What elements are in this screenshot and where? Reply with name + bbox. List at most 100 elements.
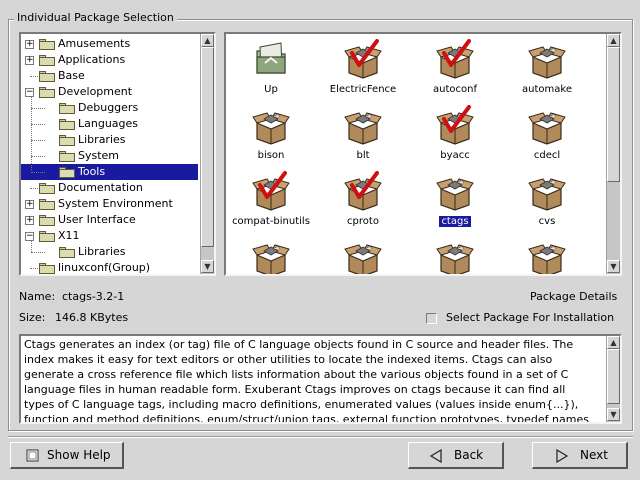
package-item[interactable]: cproto [317,167,409,229]
show-help-label: Show Help [47,448,111,462]
package-box-icon [344,112,382,145]
scroll-up-arrow-icon[interactable]: ▲ [607,336,620,349]
folder-icon [59,167,75,178]
tree-item-label: User Interface [58,213,136,226]
package-item[interactable] [317,233,409,274]
package-item[interactable]: ElectricFence [317,35,409,97]
folder-icon [39,71,55,82]
tree-item[interactable]: linuxconf(Group) [21,260,198,274]
expand-icon[interactable]: + [25,56,34,65]
tree-item-label: Applications [58,53,126,66]
tree-item-label: Tools [78,165,106,178]
tree-item[interactable]: Tools [21,164,198,180]
folder-icon [39,183,55,194]
package-box-icon [252,171,290,211]
package-label: autoconf [433,84,477,95]
tree-connector [31,172,45,173]
package-item[interactable]: automake [501,35,593,97]
package-name: ctags-3.2-1 [62,290,125,303]
package-item[interactable]: bison [226,101,317,163]
package-item[interactable]: compat-binutils [226,167,317,229]
folder-icon [39,87,55,98]
scroll-down-arrow-icon[interactable]: ▼ [607,260,620,273]
package-item[interactable]: byacc [409,101,501,163]
back-button[interactable]: Back [408,442,504,469]
package-icon-view[interactable]: Up ElectricFence autoconf automake bison blt b… [224,32,622,276]
tree-item[interactable]: − X11 [21,228,198,244]
tree-item-label: Debuggers [78,101,139,114]
tree-item[interactable]: − Development [21,84,198,100]
folder-icon [59,151,75,162]
tree-scrollbar[interactable]: ▲ ▼ [200,34,214,274]
expand-icon[interactable]: + [25,200,34,209]
tree-guide-line [31,96,32,170]
folder-icon [59,135,75,146]
tree-item[interactable]: Libraries [21,132,198,148]
back-label: Back [454,448,484,462]
button-separator [8,436,633,438]
icons-scrollbar[interactable]: ▲ ▼ [606,34,620,274]
next-button[interactable]: Next [532,442,628,469]
package-item[interactable]: Up [226,35,317,97]
tree-item[interactable]: + User Interface [21,212,198,228]
tree-scroll-thumb[interactable] [201,47,214,247]
up-folder-icon [256,42,286,74]
package-item[interactable] [409,233,501,274]
package-label-wrap: byacc [409,150,501,161]
package-label: compat-binutils [232,216,310,227]
show-help-button[interactable]: Show Help [10,442,124,469]
package-item[interactable] [501,233,593,274]
tree-item[interactable]: + Amusements [21,36,198,52]
package-grid[interactable]: Up ElectricFence autoconf automake bison blt b… [226,34,604,274]
folder-icon [59,119,75,130]
collapse-icon[interactable]: − [25,232,34,241]
collapse-icon[interactable]: − [25,88,34,97]
tree-item[interactable]: Documentation [21,180,198,196]
expand-icon[interactable]: + [25,216,34,225]
package-label: blt [356,150,370,161]
tree-list[interactable]: + Amusements + Applications Base − Development… [21,34,198,274]
folder-icon [39,231,55,242]
tree-item[interactable]: + Applications [21,52,198,68]
package-item[interactable]: blt [317,101,409,163]
description-scroll-thumb[interactable] [607,349,620,404]
tree-item[interactable]: Languages [21,116,198,132]
package-label-wrap: automake [501,84,593,95]
tree-connector [31,252,45,253]
package-item[interactable] [226,233,317,274]
scroll-up-arrow-icon[interactable]: ▲ [607,34,620,47]
package-item[interactable]: cvs [501,167,593,229]
select-package-checkbox[interactable] [426,313,437,324]
package-box-icon [252,112,290,145]
package-label-wrap: compat-binutils [226,216,317,227]
tree-connector [31,140,45,141]
group-title: Individual Package Selection [14,11,177,24]
category-tree[interactable]: + Amusements + Applications Base − Development… [19,32,216,276]
tree-item-label: Amusements [58,37,131,50]
next-arrow-icon [556,449,569,463]
tree-item[interactable]: Base [21,68,198,84]
expand-icon[interactable]: + [25,40,34,49]
select-package-label[interactable]: Select Package For Installation [446,311,614,324]
tree-item-label: Languages [78,117,139,130]
tree-item[interactable]: Libraries [21,244,198,260]
package-details-title: Package Details [530,290,618,303]
package-box-icon [528,244,566,274]
package-box-icon [344,171,382,211]
package-label-wrap: ctags [409,215,501,228]
scroll-down-arrow-icon[interactable]: ▼ [201,260,214,273]
package-item[interactable]: ctags [409,167,501,229]
tree-item-label: System [78,149,120,162]
help-icon [26,449,39,462]
icons-scroll-thumb[interactable] [607,47,620,182]
scroll-up-arrow-icon[interactable]: ▲ [201,34,214,47]
tree-item[interactable]: System [21,148,198,164]
package-item[interactable]: cdecl [501,101,593,163]
tree-item[interactable]: + System Environment [21,196,198,212]
package-box-icon [436,105,474,145]
description-scrollbar[interactable]: ▲ ▼ [606,336,620,422]
tree-item[interactable]: Debuggers [21,100,198,116]
scroll-down-arrow-icon[interactable]: ▼ [607,408,620,421]
package-item[interactable]: autoconf [409,35,501,97]
package-label: ElectricFence [329,84,397,95]
